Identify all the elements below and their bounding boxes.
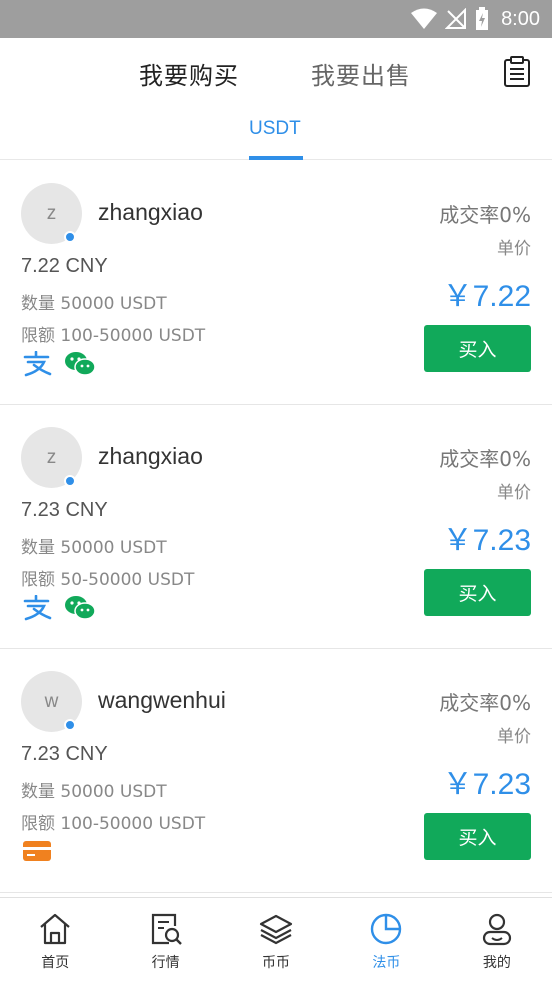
success-rate: 成交率0% <box>439 203 531 227</box>
listing-card: z zhangxiao 7.22 CNY 数量 50000 USDT 限额 10… <box>0 161 552 405</box>
status-icons: 8:00 <box>411 0 540 38</box>
listing-card: z zhangxiao 7.23 CNY 数量 50000 USDT 限额 50… <box>0 405 552 649</box>
user-icon <box>482 913 511 946</box>
unit-price-label: 单价 <box>497 239 531 259</box>
online-indicator <box>64 231 76 243</box>
nav-label: 首页 <box>41 955 70 971</box>
pie-clock-icon <box>371 913 402 945</box>
payment-methods <box>22 351 96 377</box>
alipay-icon <box>23 351 52 377</box>
layers-icon <box>259 914 293 945</box>
nav-fiat[interactable]: 法币 <box>331 898 441 981</box>
nav-label: 币币 <box>262 955 291 971</box>
payment-methods <box>22 595 96 621</box>
unit-price: ￥7.22 <box>442 280 531 313</box>
market-search-icon <box>151 913 182 945</box>
nav-profile[interactable]: 我的 <box>442 898 552 981</box>
nav-label: 我的 <box>482 955 511 971</box>
no-signal-icon <box>445 8 467 29</box>
quantity: 数量 50000 USDT <box>21 294 167 314</box>
limit-range: 限额 100-50000 USDT <box>21 326 206 346</box>
status-time: 8:00 <box>501 7 540 30</box>
wechat-icon <box>65 352 96 376</box>
success-rate: 成交率0% <box>439 447 531 471</box>
online-indicator <box>64 475 76 487</box>
bottom-nav: 首页 行情 币币 法币 我的 <box>0 897 552 981</box>
tab-usdt[interactable]: USDT <box>249 118 301 140</box>
tab-indicator <box>249 156 303 160</box>
clipboard-list-icon[interactable] <box>502 56 532 88</box>
nav-label: 行情 <box>151 955 180 971</box>
listing-card: w wangwenhui 7.23 CNY 数量 50000 USDT 限额 1… <box>0 649 552 893</box>
nav-label: 法币 <box>372 955 401 971</box>
alipay-icon <box>23 595 52 621</box>
quantity: 数量 50000 USDT <box>21 538 167 558</box>
price-cny: 7.23 CNY <box>21 499 108 521</box>
buy-button[interactable]: 买入 <box>424 813 531 860</box>
limit-range: 限额 50-50000 USDT <box>21 570 195 590</box>
unit-price-label: 单价 <box>497 727 531 747</box>
online-indicator <box>64 719 76 731</box>
unit-price-label: 单价 <box>497 483 531 503</box>
buy-button[interactable]: 买入 <box>424 569 531 616</box>
tab-buy[interactable]: 我要购买 <box>139 56 239 91</box>
seller-name: zhangxiao <box>98 443 203 469</box>
price-cny: 7.23 CNY <box>21 743 108 765</box>
unit-price: ￥7.23 <box>442 768 531 801</box>
nav-home[interactable]: 首页 <box>0 898 110 981</box>
buy-button[interactable]: 买入 <box>424 325 531 372</box>
unit-price: ￥7.23 <box>442 524 531 557</box>
limit-range: 限额 100-50000 USDT <box>21 814 206 834</box>
battery-charging-icon <box>476 7 489 30</box>
wechat-icon <box>65 596 96 620</box>
success-rate: 成交率0% <box>439 691 531 715</box>
payment-methods <box>22 839 52 863</box>
price-cny: 7.22 CNY <box>21 255 108 277</box>
seller-name: wangwenhui <box>98 687 226 713</box>
nav-market[interactable]: 行情 <box>110 898 220 981</box>
home-icon <box>40 913 70 945</box>
currency-tabs: USDT <box>0 104 552 160</box>
top-nav: 我要购买 我要出售 <box>0 38 552 104</box>
seller-name: zhangxiao <box>98 199 203 225</box>
nav-coin[interactable]: 币币 <box>221 898 331 981</box>
wifi-icon <box>411 8 438 29</box>
bank-card-icon <box>23 841 51 861</box>
tab-sell[interactable]: 我要出售 <box>311 56 411 91</box>
quantity: 数量 50000 USDT <box>21 782 167 802</box>
status-bar: 8:00 <box>0 0 552 38</box>
